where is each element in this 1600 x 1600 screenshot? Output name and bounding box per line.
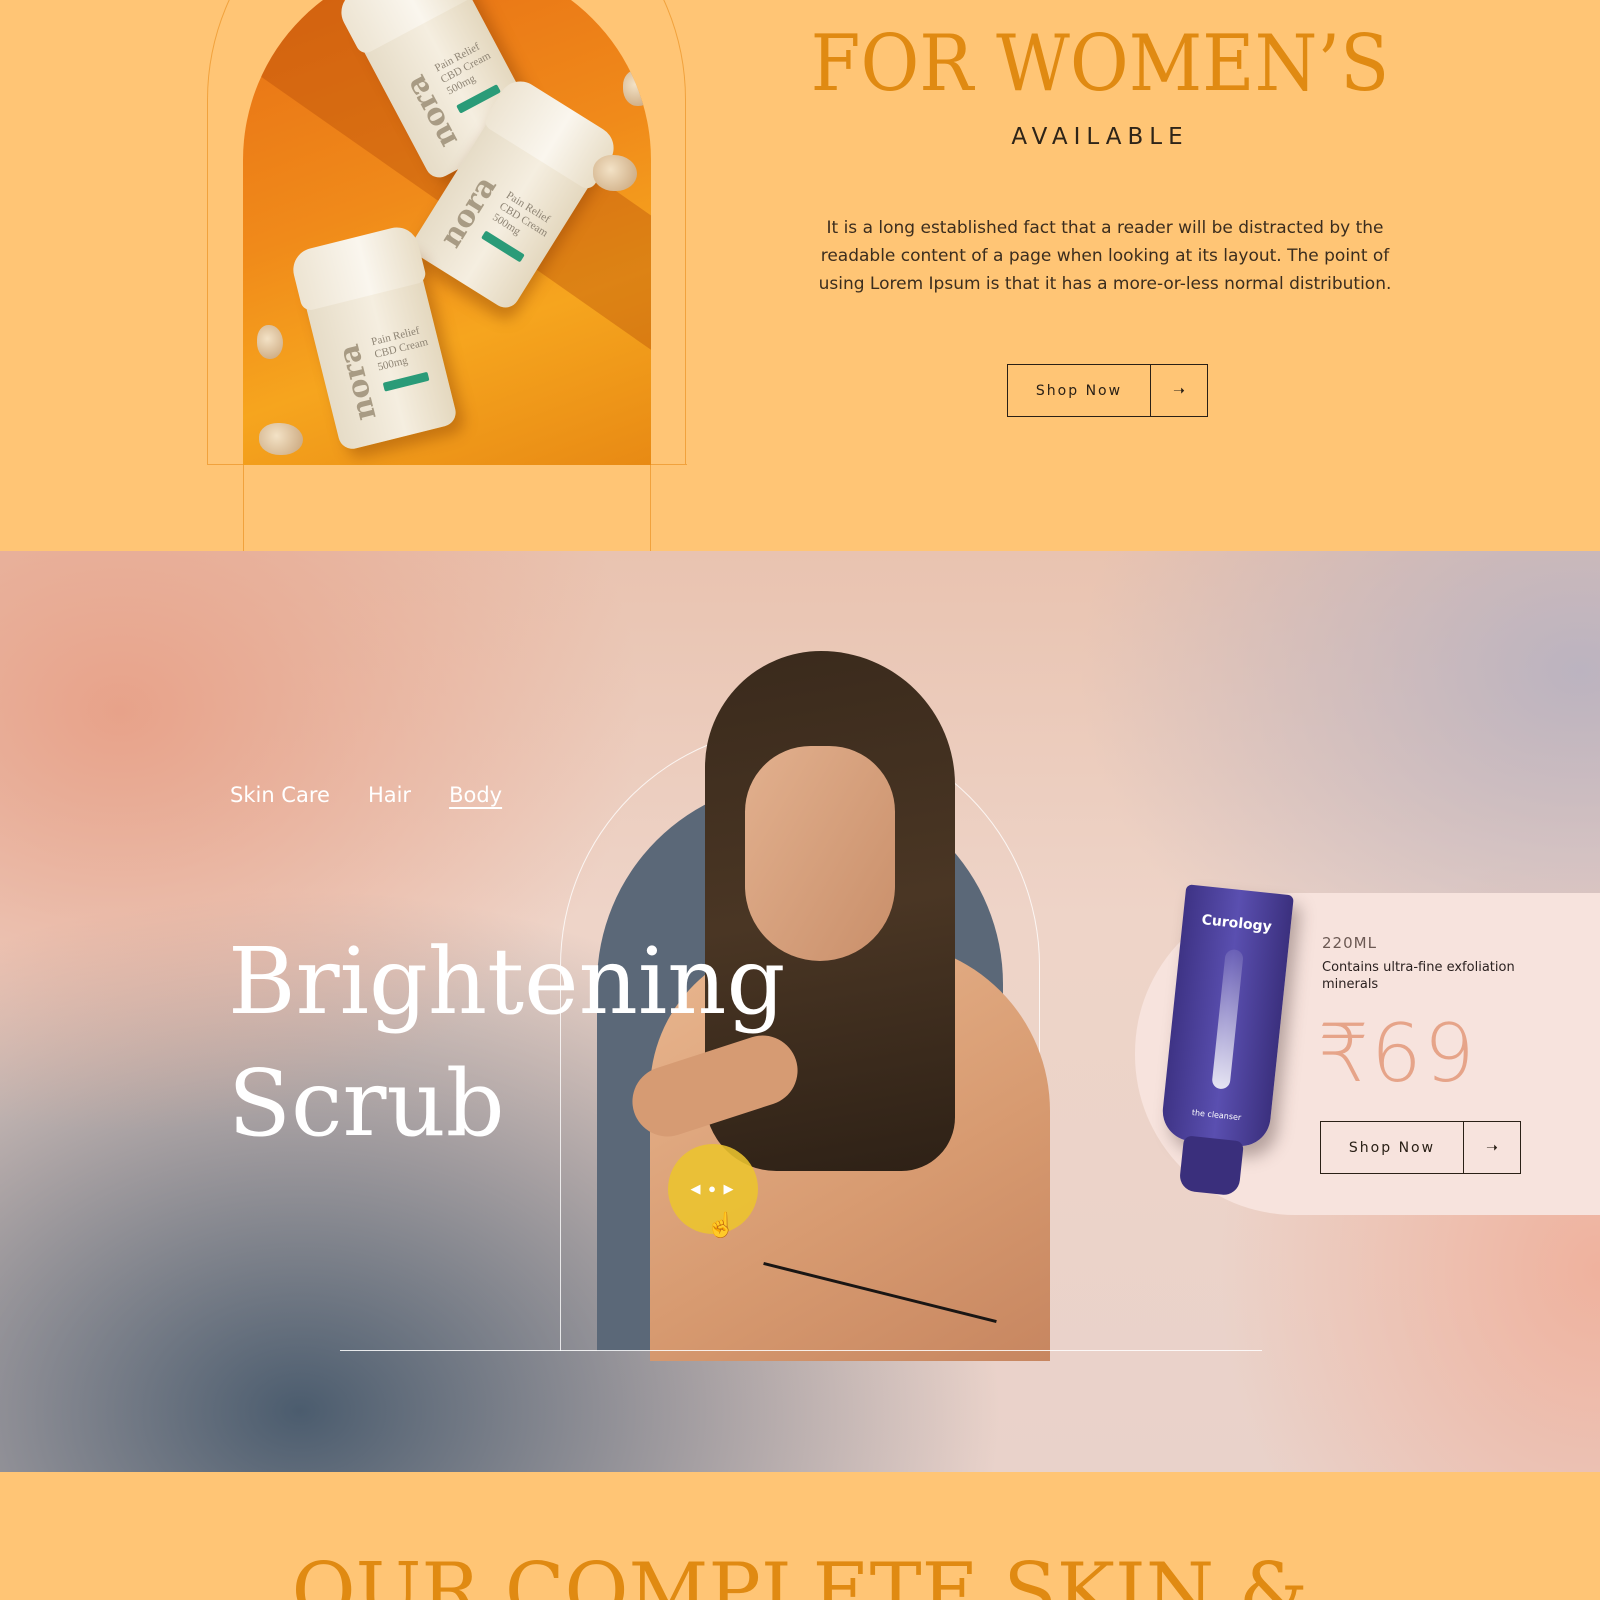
product-photo: nora Pain Relief CBD Cream 500mg nora Pain…	[243, 0, 651, 465]
section-body-text: It is a long established fact that a rea…	[818, 218, 1392, 294]
pebble	[623, 70, 651, 106]
arrow-right-icon: ➝	[1486, 1139, 1498, 1155]
next-section-headline: OUR COMPLETE SKIN &	[291, 1547, 1309, 1600]
tab-body[interactable]: Body	[449, 783, 502, 807]
product-description: Contains ultra-fine exfoliation minerals	[1322, 960, 1515, 992]
section-subheadline: AVAILABLE	[1011, 124, 1189, 150]
shop-now-label: Shop Now	[1008, 365, 1151, 416]
shop-now-button[interactable]: Shop Now ➝	[1007, 364, 1208, 417]
hero-title: Brightening Scrub	[228, 921, 785, 1165]
tube-subtitle: the cleanser	[1191, 1108, 1242, 1123]
category-tabs: Skin Care Hair Body	[230, 783, 540, 807]
jar-product: nora Pain Relief CBD Cream 500mg	[288, 222, 459, 452]
pebble	[593, 155, 637, 191]
next-section: OUR COMPLETE SKIN &	[0, 1472, 1600, 1600]
slider-arrows-icon: ◀ ● ▶	[690, 1181, 736, 1196]
arch-column-lines	[243, 464, 651, 551]
tab-hair[interactable]: Hair	[368, 783, 411, 807]
pointer-cursor-icon: ☝	[706, 1212, 736, 1239]
pebble	[259, 423, 303, 455]
hero-section: Skin Care Hair Body Brightening Scrub ◀ …	[0, 551, 1600, 1472]
product-price: ₹69	[1318, 1007, 1477, 1100]
pebble	[257, 325, 283, 359]
arrow-right-icon: ➝	[1173, 382, 1185, 398]
product-shop-now-button[interactable]: Shop Now ➝	[1320, 1121, 1521, 1174]
women-section: nora Pain Relief CBD Cream 500mg nora Pain…	[0, 0, 1600, 551]
section-headline: FOR WOMEN’S	[810, 19, 1390, 109]
product-volume: 220ML	[1322, 934, 1377, 952]
tab-skin-care[interactable]: Skin Care	[230, 783, 330, 807]
tube-brand: Curology	[1200, 912, 1273, 936]
shop-now-label: Shop Now	[1321, 1122, 1464, 1173]
floor-line	[340, 1350, 1262, 1351]
hero-title-line1: Brightening	[228, 928, 786, 1035]
